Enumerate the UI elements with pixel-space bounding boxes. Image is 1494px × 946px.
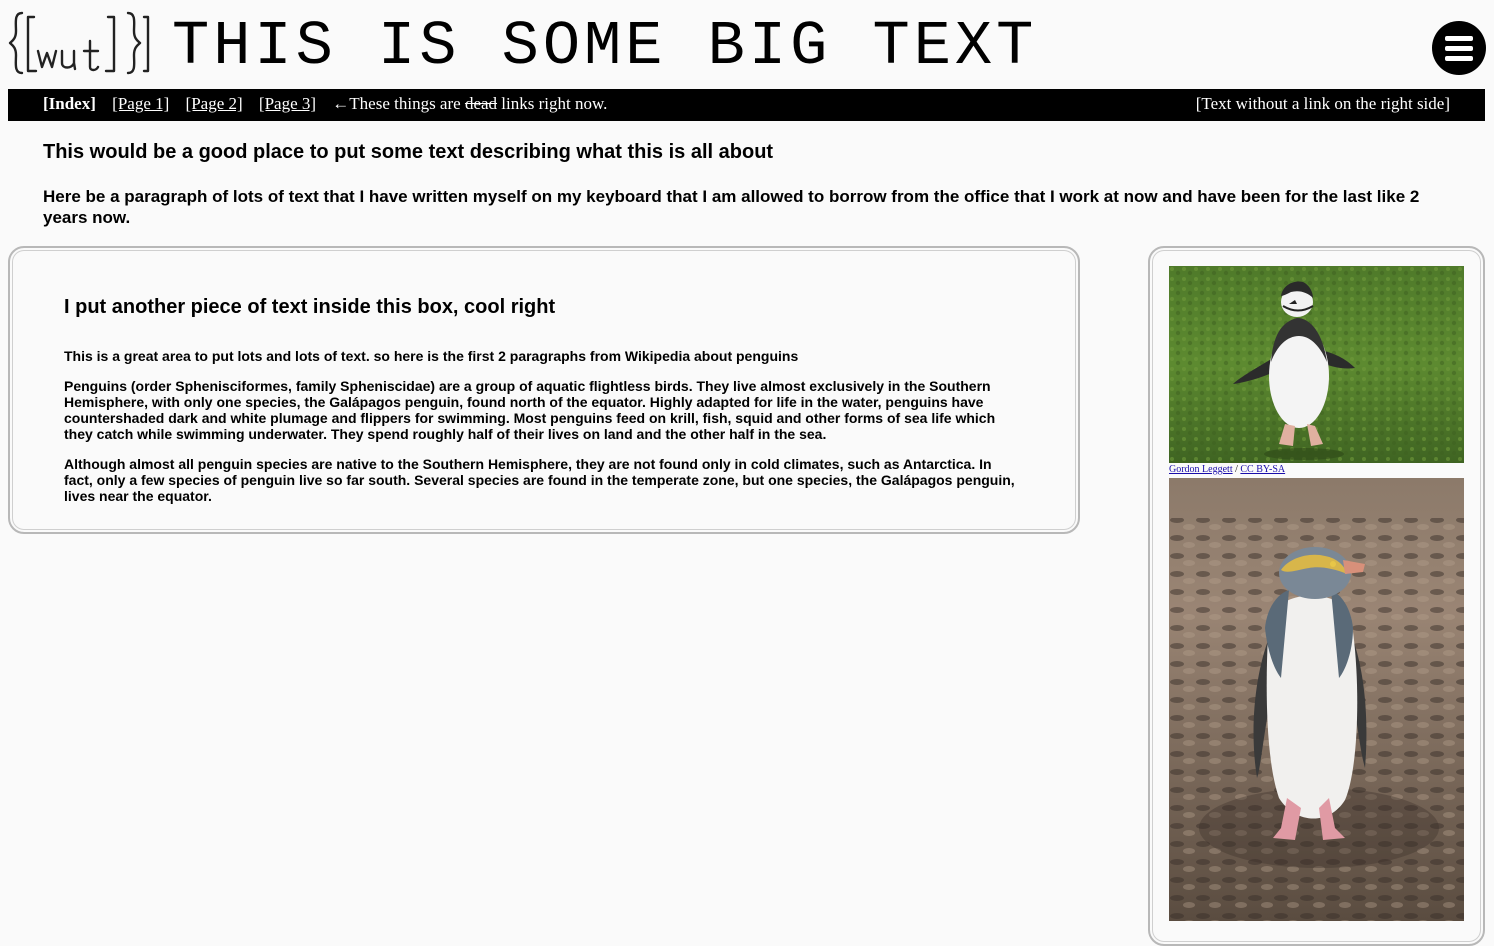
nav-item-page-2[interactable]: [Page 2] <box>186 94 243 113</box>
nav-bar: [Index] [Page 1] [Page 2] [Page 3] ←Thes… <box>8 89 1485 121</box>
site-logo[interactable] <box>8 9 150 77</box>
content-box: I put another piece of text inside this … <box>8 246 1080 534</box>
intro-heading: This would be a good place to put some t… <box>43 141 774 163</box>
nav-item-page-3[interactable]: [Page 3] <box>259 94 316 113</box>
box-paragraph-penguins-2: Although almost all penguin species are … <box>64 456 1015 504</box>
intro-paragraph: Here be a paragraph of lots of text that… <box>43 187 1420 227</box>
credit-license-link[interactable]: CC BY-SA <box>1240 464 1285 475</box>
box-paragraph-penguins-1: Penguins (order Sphenisciformes, family … <box>64 378 996 442</box>
nav-item-index: [Index] <box>43 94 96 113</box>
box-heading: I put another piece of text inside this … <box>64 296 556 318</box>
nav-item-page-1[interactable]: [Page 1] <box>112 94 169 113</box>
hamburger-menu-button[interactable] <box>1432 21 1486 75</box>
yellow-eyed-penguin-photo <box>1169 478 1464 921</box>
photo-credit: Gordon Leggett / CC BY-SA <box>1169 464 1286 475</box>
credit-author-link[interactable]: Gordon Leggett <box>1169 464 1233 475</box>
page-title: THIS IS SOME BIG TEXT <box>172 11 1038 82</box>
box-paragraph-intro: This is a great area to put lots and lot… <box>64 348 799 364</box>
chinstrap-penguin-photo <box>1169 266 1464 463</box>
nav-right-text: [Text without a link on the right side] <box>1195 94 1450 113</box>
nav-note: ←These things are dead links right now. <box>332 94 608 113</box>
site-header: THIS IS SOME BIG TEXT <box>0 0 1494 89</box>
